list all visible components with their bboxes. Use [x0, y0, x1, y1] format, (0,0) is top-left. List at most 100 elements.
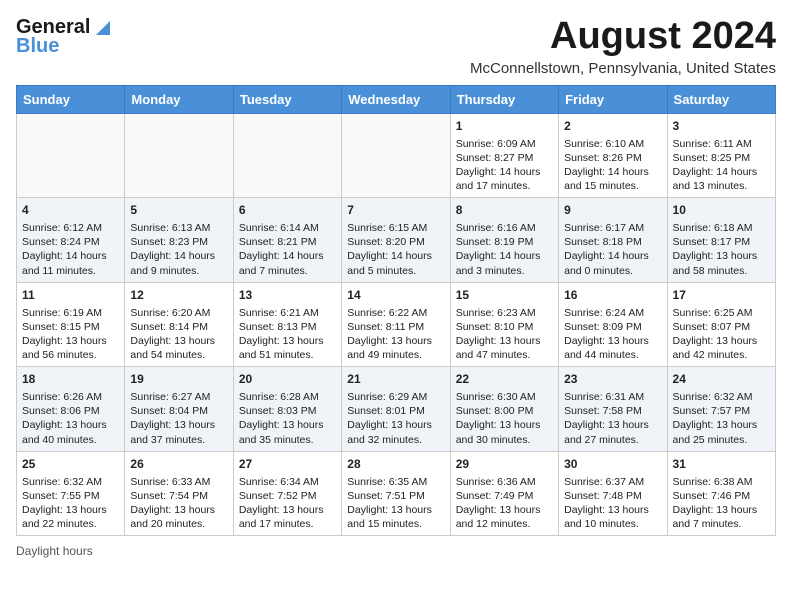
calendar-cell: 7Sunrise: 6:15 AM Sunset: 8:20 PM Daylig… — [342, 198, 450, 282]
day-number: 22 — [456, 371, 553, 388]
page-header: General Blue August 2024 McConnellstown,… — [16, 16, 776, 77]
day-number: 24 — [673, 371, 770, 388]
calendar-cell: 27 Sunrise: 6:34 AM Sunset: 7:52 PM Dayli… — [233, 451, 341, 535]
logo: General Blue — [16, 16, 114, 58]
calendar-header-wednesday: Wednesday — [342, 85, 450, 113]
calendar-cell: 29Sunrise: 6:36 AM Sunset: 7:49 PM Dayli… — [450, 451, 558, 535]
day-number: 5 — [130, 202, 227, 219]
day-info: Sunrise: 6:25 AM Sunset: 8:07 PM Dayligh… — [673, 306, 770, 363]
day-info: Sunrise: 6:15 AM Sunset: 8:20 PM Dayligh… — [347, 221, 444, 278]
calendar-cell: 4Sunrise: 6:12 AM Sunset: 8:24 PM Daylig… — [17, 198, 125, 282]
calendar-header-friday: Friday — [559, 85, 667, 113]
calendar-header-monday: Monday — [125, 85, 233, 113]
day-number: 15 — [456, 287, 553, 304]
day-number: 3 — [673, 118, 770, 135]
calendar-week-2: 4Sunrise: 6:12 AM Sunset: 8:24 PM Daylig… — [17, 198, 776, 282]
day-info: Sunrise: 6:09 AM Sunset: 8:27 PM Dayligh… — [456, 137, 553, 194]
footer-note: Daylight hours — [16, 544, 776, 558]
calendar-cell: 23 Sunrise: 6:31 AM Sunset: 7:58 PM Dayli… — [559, 367, 667, 451]
day-info: Sunrise: 6:34 AM Sunset: 7:52 PM Dayligh… — [239, 475, 336, 532]
calendar-cell: 13Sunrise: 6:21 AM Sunset: 8:13 PM Dayli… — [233, 282, 341, 366]
calendar-cell: 9 Sunrise: 6:17 AM Sunset: 8:18 PM Daylig… — [559, 198, 667, 282]
calendar-cell: 16 Sunrise: 6:24 AM Sunset: 8:09 PM Dayli… — [559, 282, 667, 366]
calendar-cell: 31Sunrise: 6:38 AM Sunset: 7:46 PM Dayli… — [667, 451, 775, 535]
day-number: 9 — [564, 202, 661, 219]
day-info: Sunrise: 6:35 AM Sunset: 7:51 PM Dayligh… — [347, 475, 444, 532]
day-number: 23 — [564, 371, 661, 388]
month-title: August 2024 — [470, 16, 776, 58]
calendar-week-4: 18 Sunrise: 6:26 AM Sunset: 8:06 PM Dayli… — [17, 367, 776, 451]
calendar-cell: 30Sunrise: 6:37 AM Sunset: 7:48 PM Dayli… — [559, 451, 667, 535]
calendar-cell: 19 Sunrise: 6:27 AM Sunset: 8:04 PM Dayli… — [125, 367, 233, 451]
calendar-cell: 3 Sunrise: 6:11 AM Sunset: 8:25 PM Daylig… — [667, 113, 775, 197]
day-number: 21 — [347, 371, 444, 388]
day-info: Sunrise: 6:31 AM Sunset: 7:58 PM Dayligh… — [564, 390, 661, 447]
day-number: 2 — [564, 118, 661, 135]
day-info: Sunrise: 6:11 AM Sunset: 8:25 PM Dayligh… — [673, 137, 770, 194]
calendar-cell: 11Sunrise: 6:19 AM Sunset: 8:15 PM Dayli… — [17, 282, 125, 366]
day-info: Sunrise: 6:18 AM Sunset: 8:17 PM Dayligh… — [673, 221, 770, 278]
day-number: 10 — [673, 202, 770, 219]
day-info: Sunrise: 6:10 AM Sunset: 8:26 PM Dayligh… — [564, 137, 661, 194]
day-info: Sunrise: 6:17 AM Sunset: 8:18 PM Dayligh… — [564, 221, 661, 278]
calendar-header-tuesday: Tuesday — [233, 85, 341, 113]
day-number: 25 — [22, 456, 119, 473]
calendar-cell: 10 Sunrise: 6:18 AM Sunset: 8:17 PM Dayli… — [667, 198, 775, 282]
day-number: 27 — [239, 456, 336, 473]
day-info: Sunrise: 6:32 AM Sunset: 7:57 PM Dayligh… — [673, 390, 770, 447]
calendar-cell — [17, 113, 125, 197]
day-number: 18 — [22, 371, 119, 388]
day-number: 20 — [239, 371, 336, 388]
calendar-cell: 17 Sunrise: 6:25 AM Sunset: 8:07 PM Dayli… — [667, 282, 775, 366]
logo-triangle-icon — [92, 17, 114, 39]
day-info: Sunrise: 6:30 AM Sunset: 8:00 PM Dayligh… — [456, 390, 553, 447]
day-info: Sunrise: 6:24 AM Sunset: 8:09 PM Dayligh… — [564, 306, 661, 363]
day-info: Sunrise: 6:12 AM Sunset: 8:24 PM Dayligh… — [22, 221, 119, 278]
calendar-header-sunday: Sunday — [17, 85, 125, 113]
day-info: Sunrise: 6:21 AM Sunset: 8:13 PM Dayligh… — [239, 306, 336, 363]
calendar-week-5: 25Sunrise: 6:32 AM Sunset: 7:55 PM Dayli… — [17, 451, 776, 535]
day-info: Sunrise: 6:27 AM Sunset: 8:04 PM Dayligh… — [130, 390, 227, 447]
calendar-header-saturday: Saturday — [667, 85, 775, 113]
day-number: 17 — [673, 287, 770, 304]
calendar-cell: 1 Sunrise: 6:09 AM Sunset: 8:27 PM Daylig… — [450, 113, 558, 197]
day-number: 16 — [564, 287, 661, 304]
logo-line2: Blue — [16, 35, 59, 58]
day-info: Sunrise: 6:14 AM Sunset: 8:21 PM Dayligh… — [239, 221, 336, 278]
day-info: Sunrise: 6:13 AM Sunset: 8:23 PM Dayligh… — [130, 221, 227, 278]
day-number: 26 — [130, 456, 227, 473]
day-info: Sunrise: 6:38 AM Sunset: 7:46 PM Dayligh… — [673, 475, 770, 532]
day-number: 28 — [347, 456, 444, 473]
calendar-cell: 8 Sunrise: 6:16 AM Sunset: 8:19 PM Daylig… — [450, 198, 558, 282]
day-info: Sunrise: 6:16 AM Sunset: 8:19 PM Dayligh… — [456, 221, 553, 278]
day-info: Sunrise: 6:22 AM Sunset: 8:11 PM Dayligh… — [347, 306, 444, 363]
day-info: Sunrise: 6:26 AM Sunset: 8:06 PM Dayligh… — [22, 390, 119, 447]
day-number: 14 — [347, 287, 444, 304]
day-number: 12 — [130, 287, 227, 304]
day-number: 6 — [239, 202, 336, 219]
calendar-cell: 5 Sunrise: 6:13 AM Sunset: 8:23 PM Daylig… — [125, 198, 233, 282]
day-info: Sunrise: 6:29 AM Sunset: 8:01 PM Dayligh… — [347, 390, 444, 447]
logo-text-block: General Blue — [16, 16, 114, 58]
day-number: 1 — [456, 118, 553, 135]
day-number: 8 — [456, 202, 553, 219]
calendar-header-thursday: Thursday — [450, 85, 558, 113]
location: McConnellstown, Pennsylvania, United Sta… — [470, 60, 776, 77]
calendar-cell: 21 Sunrise: 6:29 AM Sunset: 8:01 PM Dayli… — [342, 367, 450, 451]
day-info: Sunrise: 6:23 AM Sunset: 8:10 PM Dayligh… — [456, 306, 553, 363]
calendar-cell: 15 Sunrise: 6:23 AM Sunset: 8:10 PM Dayli… — [450, 282, 558, 366]
calendar-week-1: 1 Sunrise: 6:09 AM Sunset: 8:27 PM Daylig… — [17, 113, 776, 197]
calendar-cell: 24 Sunrise: 6:32 AM Sunset: 7:57 PM Dayli… — [667, 367, 775, 451]
day-info: Sunrise: 6:19 AM Sunset: 8:15 PM Dayligh… — [22, 306, 119, 363]
calendar-cell: 22 Sunrise: 6:30 AM Sunset: 8:00 PM Dayli… — [450, 367, 558, 451]
day-info: Sunrise: 6:20 AM Sunset: 8:14 PM Dayligh… — [130, 306, 227, 363]
calendar-header-row: SundayMondayTuesdayWednesdayThursdayFrid… — [17, 85, 776, 113]
day-info: Sunrise: 6:36 AM Sunset: 7:49 PM Dayligh… — [456, 475, 553, 532]
calendar-table: SundayMondayTuesdayWednesdayThursdayFrid… — [16, 85, 776, 536]
calendar-cell — [233, 113, 341, 197]
calendar-week-3: 11Sunrise: 6:19 AM Sunset: 8:15 PM Dayli… — [17, 282, 776, 366]
day-info: Sunrise: 6:33 AM Sunset: 7:54 PM Dayligh… — [130, 475, 227, 532]
calendar-cell: 18 Sunrise: 6:26 AM Sunset: 8:06 PM Dayli… — [17, 367, 125, 451]
day-number: 19 — [130, 371, 227, 388]
calendar-cell: 6 Sunrise: 6:14 AM Sunset: 8:21 PM Daylig… — [233, 198, 341, 282]
